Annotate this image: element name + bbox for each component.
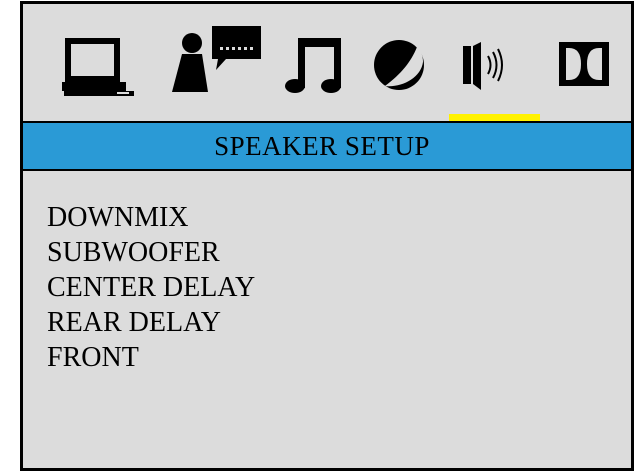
color-circle-icon — [374, 40, 424, 90]
music-note-icon — [285, 38, 341, 93]
menu-item-center-delay[interactable]: CENTER DELAY — [47, 270, 255, 305]
tab-dolby-setup[interactable] — [557, 4, 613, 121]
menu-item-front[interactable]: FRONT — [47, 340, 255, 375]
menu-item-rear-delay[interactable]: REAR DELAY — [47, 305, 255, 340]
page-title-bar: SPEAKER SETUP — [23, 121, 631, 171]
setup-tab-bar — [23, 4, 631, 122]
tab-video-setup[interactable] — [371, 4, 431, 121]
monitor-icon — [62, 38, 134, 96]
menu-item-downmix[interactable]: DOWNMIX — [47, 200, 255, 235]
page-title: SPEAKER SETUP — [214, 130, 430, 161]
tab-language-setup[interactable] — [168, 4, 263, 121]
speaker-setup-menu: DOWNMIX SUBWOOFER CENTER DELAY REAR DELA… — [47, 200, 255, 375]
person-speech-bubble-icon — [172, 26, 261, 92]
tab-audio-setup[interactable] — [285, 4, 345, 121]
speaker-icon — [463, 42, 503, 90]
setup-menu-window: SPEAKER SETUP DOWNMIX SUBWOOFER CENTER D… — [20, 1, 634, 471]
tab-general-setup[interactable] — [59, 4, 135, 121]
dolby-double-d-icon — [559, 42, 609, 86]
tab-speaker-setup[interactable] — [461, 4, 531, 121]
menu-item-subwoofer[interactable]: SUBWOOFER — [47, 235, 255, 270]
